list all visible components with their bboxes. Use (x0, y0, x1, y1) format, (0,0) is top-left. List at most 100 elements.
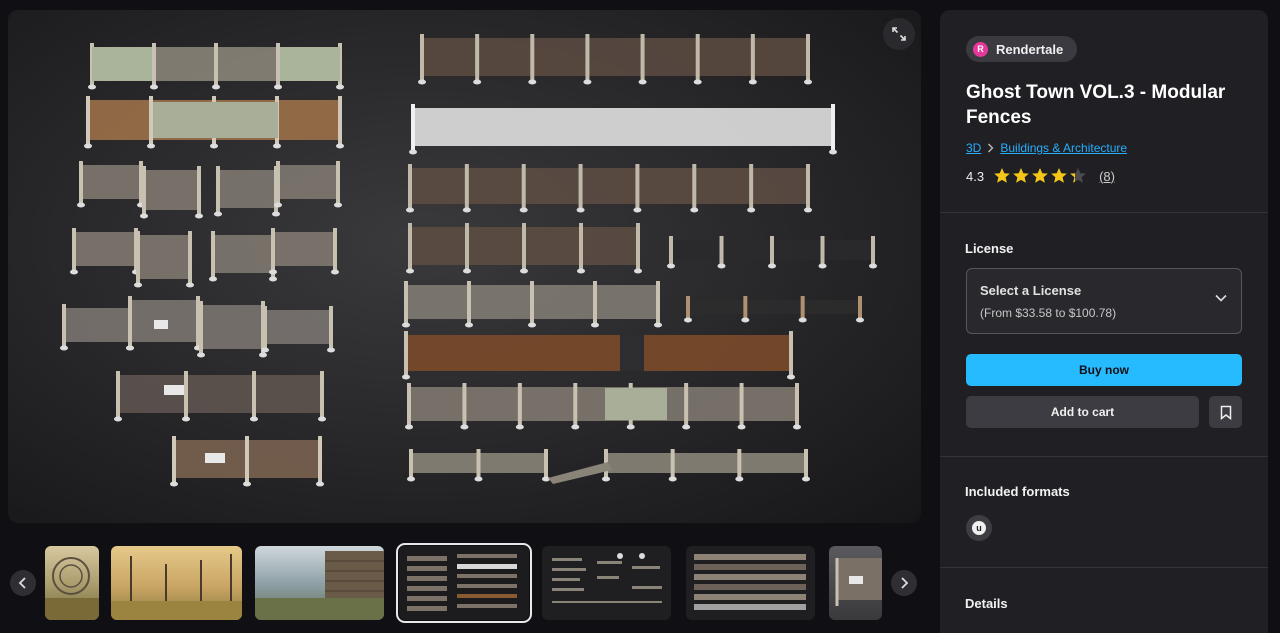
fence-post (544, 449, 548, 477)
fullscreen-button[interactable] (883, 18, 915, 50)
fence-post-base (577, 268, 585, 274)
fence-panel (406, 335, 791, 371)
add-to-cart-button[interactable]: Add to cart (966, 396, 1199, 428)
fence-panel (605, 388, 667, 420)
fence-post (656, 281, 660, 323)
fence-post-base (273, 143, 281, 149)
fence-post (521, 164, 526, 208)
fence-post (522, 223, 526, 269)
license-select[interactable]: Select a License (From $33.58 to $100.78… (966, 268, 1242, 334)
fence-panel (74, 232, 136, 266)
fence-post-base (243, 481, 251, 487)
fence-post-base (748, 79, 757, 85)
license-select-label: Select a License (980, 283, 1082, 298)
fence-post-base (768, 263, 776, 269)
fence-post-base (802, 476, 810, 482)
fence-gap (620, 335, 644, 371)
fence-post-base (70, 269, 78, 275)
fence-panel (606, 453, 806, 473)
warning-sign (154, 320, 168, 329)
star-icon (1013, 168, 1029, 183)
fence-post-base (602, 476, 610, 482)
star-icon (1051, 168, 1067, 183)
fence-post (184, 371, 188, 417)
fallen-fence-panel (548, 462, 612, 484)
buy-now-button[interactable]: Buy now (966, 354, 1242, 386)
main-image-viewer[interactable] (8, 10, 921, 523)
breadcrumb-3d-link[interactable]: 3D (966, 141, 981, 155)
fence-post-base (272, 211, 280, 217)
formats-heading: Included formats (965, 484, 1070, 499)
fence-post-base (576, 207, 585, 213)
fence-post-base (140, 213, 148, 219)
fence-post-base (186, 282, 194, 288)
fence-post-base (214, 211, 222, 217)
product-title: Ghost Town VOL.3 - Modular Fences (966, 82, 1226, 128)
wishlist-button[interactable] (1209, 396, 1242, 428)
star-icon (1070, 168, 1086, 183)
thumbnail-7[interactable] (829, 546, 882, 620)
fence-panel (64, 308, 130, 342)
thumbnail-6[interactable] (686, 546, 815, 620)
license-heading: License (965, 241, 1014, 256)
fence-post-base (274, 84, 282, 90)
review-count-link[interactable]: (8) (1099, 169, 1115, 184)
fence-post (530, 281, 534, 323)
star-rating (994, 168, 1086, 183)
carousel-next-button[interactable] (891, 570, 917, 596)
fence-post-base (210, 143, 218, 149)
license-price-range: (From $33.58 to $100.78) (980, 306, 1117, 320)
thumbnail-2[interactable] (111, 546, 242, 620)
fence-post-base (402, 322, 410, 328)
thumbnail-3[interactable] (255, 546, 384, 620)
rating-summary: 4.3 (8) (966, 167, 1115, 185)
fence-post-base (571, 424, 580, 430)
carousel-prev-button[interactable] (10, 570, 36, 596)
product-preview-image (60, 34, 877, 487)
seller-badge[interactable]: R Rendertale (966, 36, 1078, 62)
fence-panel (213, 235, 273, 273)
fence-post (338, 96, 342, 144)
fence-post-base (170, 481, 178, 487)
fence-post-base (626, 424, 635, 430)
fence-post (517, 383, 522, 425)
fence-post (695, 34, 700, 80)
fence-post-base (591, 322, 599, 328)
fence-post-base (542, 476, 550, 482)
fence-post-base (462, 207, 471, 213)
fence-post (116, 371, 120, 417)
fence-post-base (460, 424, 469, 430)
fence-post-base (682, 424, 691, 430)
fence-post-base (717, 263, 726, 269)
fence-post-base (150, 84, 158, 90)
fence-post (336, 161, 340, 203)
fence-post-base (126, 345, 134, 351)
fence-post (640, 34, 645, 80)
thumbnail-1[interactable] (45, 546, 99, 620)
fence-post-base (418, 79, 426, 85)
fence-post-base (88, 84, 96, 90)
fence-post-base (269, 269, 277, 275)
fence-post-base (407, 476, 415, 482)
divider (940, 212, 1268, 213)
fence-post (593, 281, 597, 323)
fence-post (670, 449, 675, 477)
fence-post-base (60, 345, 68, 351)
breadcrumb-category-link[interactable]: Buildings & Architecture (1000, 141, 1127, 155)
fence-post-base (798, 317, 807, 323)
fence-panel (688, 300, 860, 314)
seller-logo-icon: R (973, 41, 988, 57)
thumbnail-5[interactable] (542, 546, 671, 620)
fence-panel (409, 387, 797, 421)
fence-post (152, 43, 156, 85)
fence-post-base (667, 263, 675, 269)
unreal-engine-icon[interactable]: u (966, 515, 992, 541)
fence-post (409, 449, 413, 477)
fence-post-base (465, 322, 473, 328)
fence-post-base (473, 79, 482, 85)
thumbnail-4-active[interactable] (396, 543, 532, 623)
fence-post-base (793, 424, 801, 430)
fence-post (749, 164, 754, 208)
fence-post (214, 43, 218, 85)
fence-post (684, 383, 689, 425)
